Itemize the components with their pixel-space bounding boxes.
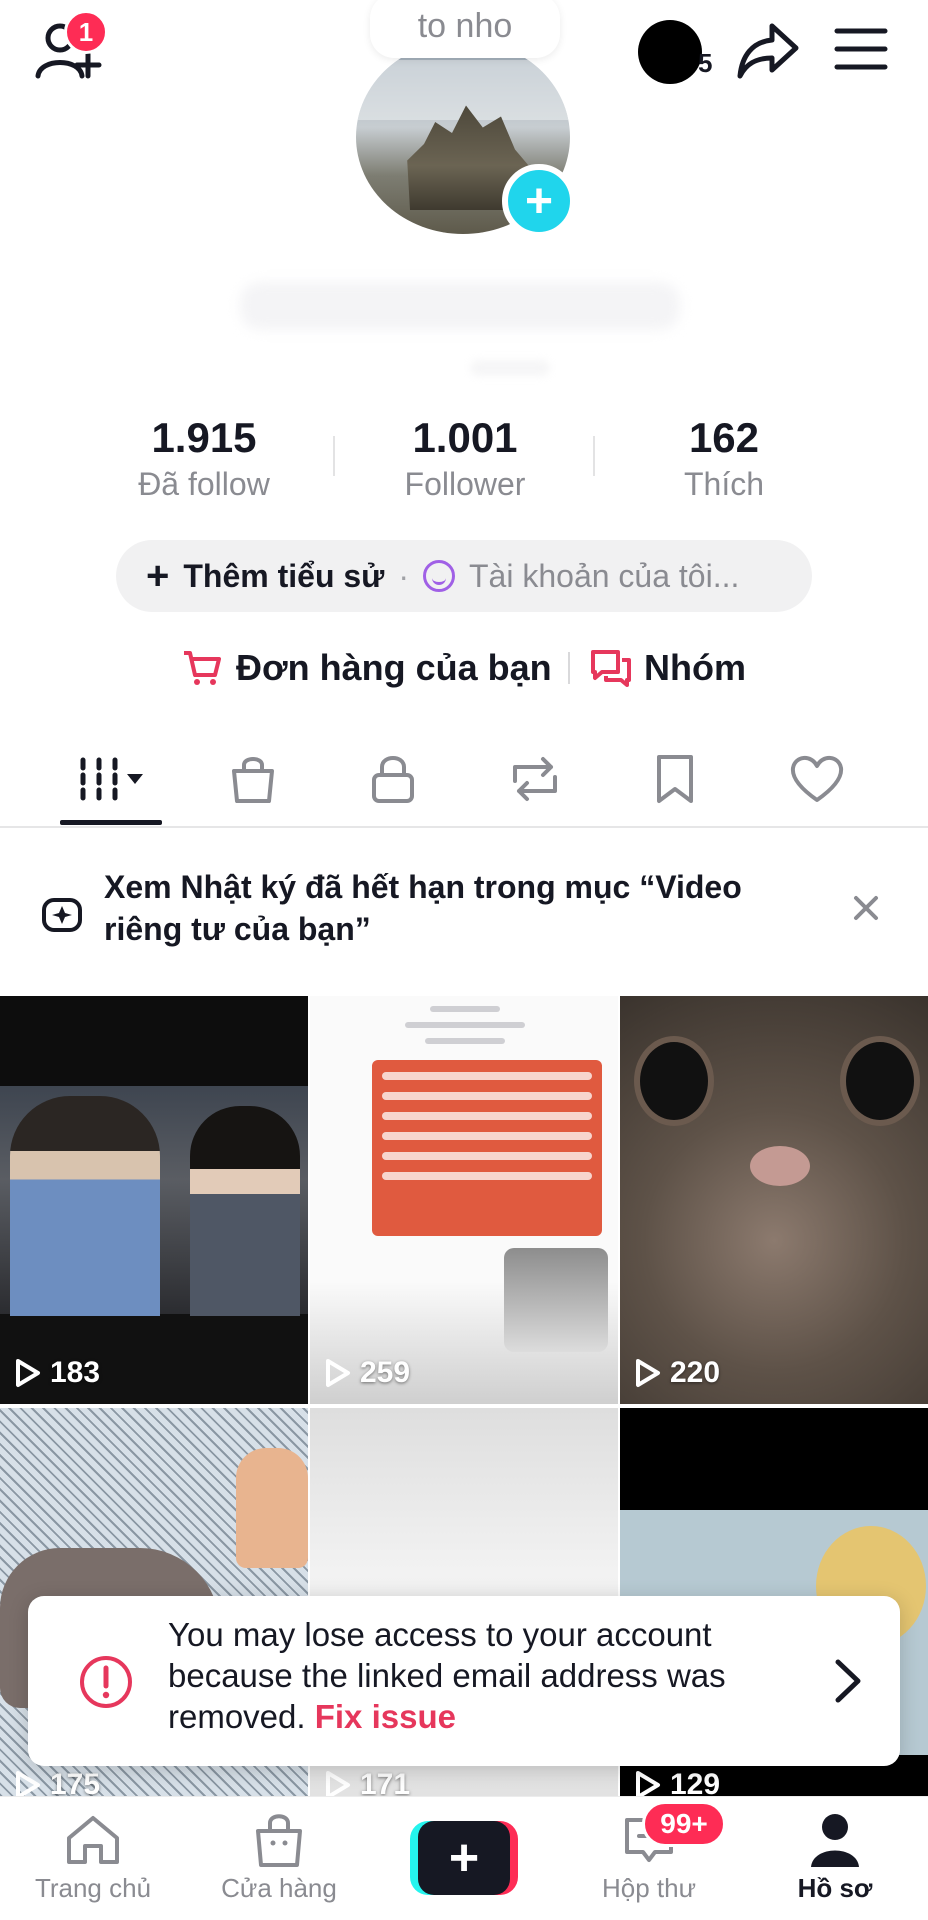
close-icon[interactable] [848,890,884,926]
avatar-cloud [356,60,570,120]
video-tile[interactable]: 183 [0,996,308,1404]
orders-link[interactable]: Đơn hàng của bạn [182,640,552,696]
video-thumbnail-nose [750,1146,810,1186]
plus-icon: + [146,553,170,598]
bottom-navigation: Trang chủ Cửa hàng + Hộp thư 99+ Hồ sơ [0,1796,928,1920]
play-icon [16,1359,40,1387]
add-friend-button[interactable]: 1 [34,10,110,84]
account-warning-toast[interactable]: You may lose access to your account beca… [28,1596,900,1766]
bio-separator: · [398,557,409,594]
tab-shop[interactable] [198,732,308,826]
tab-liked[interactable] [762,732,872,826]
shopping-bag-icon [232,757,274,803]
nav-shop[interactable]: Cửa hàng [186,1797,372,1920]
profile-tabs [0,732,928,828]
smile-icon [423,560,455,592]
grid-bars-icon [80,757,143,801]
profile-stats: 1.915 Đã follow 1.001 Follower 162 Thích [0,414,928,504]
add-bio-pill[interactable]: + Thêm tiểu sử · Tài khoản của tôi... [116,540,812,612]
inbox-badge: 99+ [642,1801,726,1847]
account-hint: Tài khoản của tôi... [469,557,740,594]
profile-name-blurred [240,282,680,330]
plus-icon: + [418,1821,510,1895]
menu-icon[interactable] [834,26,888,72]
coin-count: 5 [698,48,713,78]
stat-likes[interactable]: 162 Thích [604,414,844,506]
profile-note-bubble[interactable]: to nho [370,0,560,58]
stat-label: Thích [683,466,765,502]
video-thumbnail-eye [840,1036,920,1126]
add-avatar-plus-icon[interactable]: + [502,164,576,238]
play-icon [326,1359,350,1387]
video-tile[interactable]: 220 [620,996,928,1404]
chevron-right-icon[interactable] [828,1656,868,1706]
nav-profile[interactable]: Hồ sơ [742,1797,928,1920]
video-thumbnail-paper [372,1060,602,1236]
video-thumbnail-cat [504,1248,608,1352]
stat-label: Đã follow [138,466,270,502]
tab-private[interactable] [338,732,448,826]
stat-label: Follower [404,466,526,502]
video-thumbnail-text [370,996,560,1054]
home-icon [67,1816,119,1864]
cart-icon [184,651,221,685]
chat-group-icon [591,650,631,687]
stat-value: 1.001 [412,414,518,461]
stat-value: 162 [688,414,760,461]
profile-links-row: Đơn hàng của bạn Nhóm [0,640,928,696]
stat-followers[interactable]: 1.001 Follower [345,414,585,506]
create-button[interactable]: + [410,1821,518,1895]
video-thumbnail-eye [634,1036,714,1126]
stat-value: 1.915 [151,414,257,461]
fix-issue-link[interactable]: Fix issue [315,1698,456,1735]
active-tab-indicator [60,820,162,825]
shopping-bag-icon [256,1814,302,1867]
heart-icon [790,756,844,802]
view-count-value: 259 [360,1356,411,1389]
tab-videos[interactable] [56,732,166,826]
play-icon [636,1359,660,1387]
friend-request-badge: 1 [64,10,108,54]
share-icon[interactable] [736,20,800,80]
video-tile[interactable]: 259 [310,996,618,1404]
tab-reposts[interactable] [480,732,590,826]
lock-icon [372,756,414,803]
group-label: Nhóm [644,647,746,688]
expired-stories-notice[interactable]: Xem Nhật ký đã hết hạn trong mục “Video … [0,862,928,958]
warning-icon [80,1656,132,1708]
stat-following[interactable]: 1.915 Đã follow [84,414,324,506]
coin-icon[interactable] [638,20,702,84]
add-bio-label: Thêm tiểu sử [183,557,385,594]
video-thumbnail-figure [190,1106,300,1316]
links-divider [568,652,570,684]
group-link[interactable]: Nhóm [590,640,746,696]
nav-home[interactable]: Trang chủ [0,1797,186,1920]
nav-inbox-label: Hộp thư [601,1873,696,1903]
warning-message: You may lose access to your account beca… [168,1614,808,1737]
notice-text: Xem Nhật ký đã hết hạn trong mục “Video … [104,869,742,947]
view-count: 183 [14,1356,100,1390]
view-count: 220 [634,1356,720,1390]
bookmark-icon [657,755,693,803]
view-count: 259 [324,1356,410,1390]
video-thumbnail-figure [10,1096,160,1316]
nav-home-label: Trang chủ [34,1873,152,1903]
stat-divider [593,436,595,476]
view-count-value: 183 [50,1356,101,1389]
stat-divider [333,436,335,476]
orders-label: Đơn hàng của bạn [236,647,552,688]
profile-icon [811,1814,859,1867]
tab-favorites[interactable] [620,732,730,826]
repost-icon [513,757,557,801]
nav-shop-label: Cửa hàng [221,1873,337,1903]
sparkle-icon [42,898,82,932]
profile-handle-blurred [470,360,550,376]
view-count-value: 220 [670,1356,721,1389]
video-thumbnail-figure [236,1448,308,1568]
nav-profile-label: Hồ sơ [797,1873,873,1903]
